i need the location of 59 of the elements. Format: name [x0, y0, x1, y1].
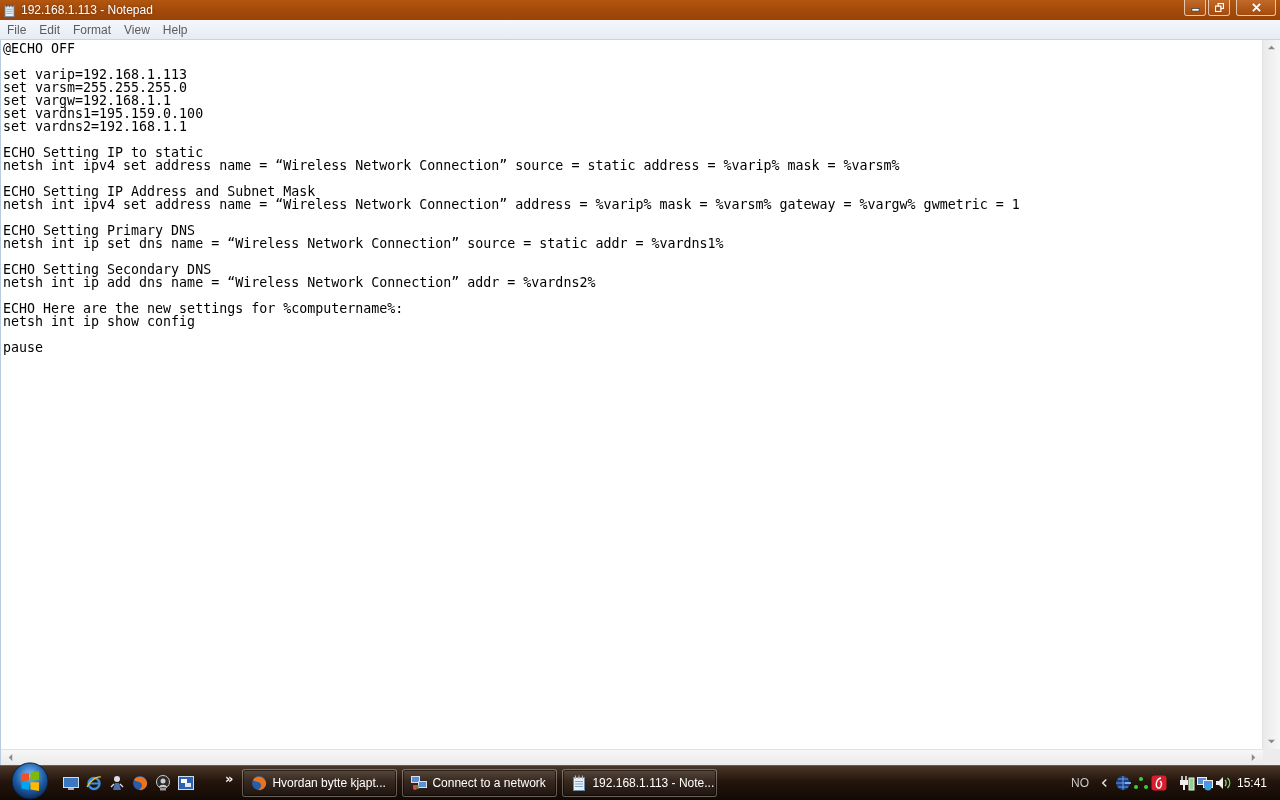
chevron-left-icon[interactable]: [1100, 778, 1108, 788]
code-line: set vardns1=195.159.0.100: [3, 107, 204, 120]
browser-icon[interactable]: [86, 775, 102, 791]
menu-item[interactable]: View: [118, 22, 156, 37]
restore-button[interactable]: [1208, 0, 1230, 16]
person-icon[interactable]: [109, 775, 125, 791]
globe-icon: [251, 775, 268, 791]
code-line: set varip=192.168.1.113: [3, 68, 188, 81]
swirl-icon[interactable]: [1150, 775, 1167, 791]
code-line: netsh int ip add dns name = “Wireless Network Connection” addr = %vardns2%: [3, 276, 596, 289]
clock[interactable]: 15:41: [1236, 776, 1267, 790]
code-line: netsh int ipv4 set address name = “Wireless Network Connection” source = static address = %varip% mask = %varsm%: [3, 159, 900, 172]
taskbar-button[interactable]: 192.168.1.113 - Note...: [562, 769, 718, 797]
switch-windows-icon[interactable]: [178, 775, 194, 791]
globe-icon[interactable]: [132, 775, 148, 791]
globe-icon[interactable]: [1114, 775, 1131, 791]
network-icon[interactable]: [1196, 775, 1213, 791]
webcam-icon[interactable]: [155, 775, 171, 791]
code-line: ECHO Here are the new settings for %computername%:: [3, 302, 404, 315]
menu-item[interactable]: Help: [156, 22, 194, 37]
start-orb-icon[interactable]: [11, 762, 49, 800]
restore-icon: [1214, 3, 1224, 12]
scroll-down-icon[interactable]: [1268, 738, 1275, 745]
network-icon: [411, 775, 428, 791]
notepad-icon: [571, 775, 588, 791]
code-line: ECHO Setting Secondary DNS: [3, 263, 212, 276]
code-line: ECHO Setting IP Address and Subnet Mask: [3, 185, 316, 198]
power-plug-icon[interactable]: [1178, 775, 1195, 791]
speaker-icon[interactable]: [1214, 775, 1231, 791]
menu-item[interactable]: File: [1, 22, 33, 37]
show-desktop-icon[interactable]: [63, 775, 79, 791]
close-button[interactable]: [1236, 0, 1276, 16]
code-line: ECHO Setting Primary DNS: [3, 224, 196, 237]
code-line: @ECHO OFF: [3, 42, 76, 55]
scroll-left-icon[interactable]: [7, 754, 14, 761]
vertical-scrollbar[interactable]: [1262, 40, 1280, 749]
horizontal-scrollbar[interactable]: [1, 749, 1263, 765]
scrollbar-corner: [1263, 749, 1280, 765]
code-line: netsh int ip set dns name = “Wireless Network Connection” source = static addr = %vardns1%: [3, 237, 724, 250]
code-line: netsh int ipv4 set address name = “Wireless Network Connection” address = %varip% mask = %varsm% gateway = %vargw% gwmetric = 1: [3, 198, 1020, 211]
code-line: set vardns2=192.168.1.1: [3, 120, 188, 133]
code-line: set varsm=255.255.255.0: [3, 81, 188, 94]
taskbar-button[interactable]: Connect to a network: [402, 769, 558, 797]
code-line: netsh int ip show config: [3, 315, 196, 328]
quick-launch-overflow[interactable]: »: [225, 772, 234, 786]
minimize-button[interactable]: [1184, 0, 1206, 16]
window-title: 192.168.1.113 - Notepad: [21, 3, 153, 17]
nodes-icon[interactable]: [1132, 775, 1149, 791]
notepad-icon: [3, 2, 16, 18]
language-indicator[interactable]: NO: [1070, 776, 1089, 790]
scroll-right-icon[interactable]: [1250, 754, 1257, 761]
close-icon: [1251, 3, 1261, 12]
menu-item[interactable]: Edit: [33, 22, 67, 37]
menu-item[interactable]: Format: [67, 22, 118, 37]
code-line: set vargw=192.168.1.1: [3, 94, 172, 107]
code-line: ECHO Setting IP to static: [3, 146, 204, 159]
taskbar-button[interactable]: Hvordan bytte kjapt...: [242, 769, 398, 797]
scroll-up-icon[interactable]: [1268, 44, 1275, 51]
code-line: pause: [3, 341, 44, 354]
